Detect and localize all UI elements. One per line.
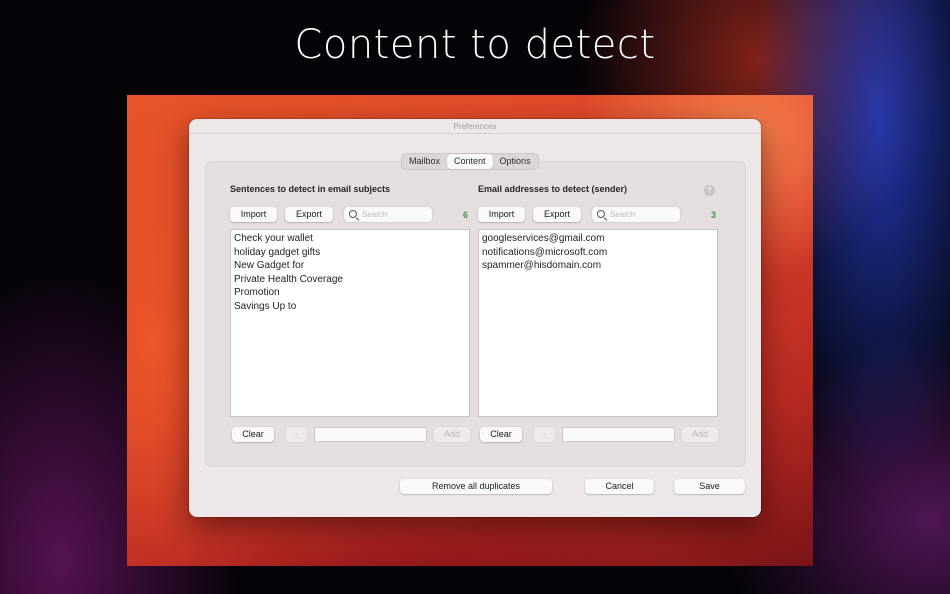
subjects-add-button[interactable]: Add [434, 427, 470, 442]
list-item[interactable]: holiday gadget gifts [234, 246, 466, 260]
list-item[interactable]: googleservices@gmail.com [482, 232, 714, 246]
list-item[interactable]: New Gadget for [234, 259, 466, 273]
senders-clear-button[interactable]: Clear [480, 427, 522, 442]
list-item[interactable]: Promotion [234, 286, 466, 300]
subjects-title: Sentences to detect in email subjects [230, 184, 391, 194]
tab-bar: Mailbox Content Options [401, 153, 539, 170]
list-item[interactable]: notifications@microsoft.com [482, 246, 714, 260]
subjects-new-entry-field[interactable] [314, 427, 427, 442]
tab-options[interactable]: Options [493, 154, 538, 169]
senders-import-button[interactable]: Import [478, 207, 525, 222]
subjects-list[interactable]: Check your wallet holiday gadget gifts N… [230, 229, 470, 417]
senders-add-button[interactable]: Add [682, 427, 718, 442]
senders-section: Email addresses to detect (sender) ? Imp… [478, 161, 718, 467]
subjects-export-button[interactable]: Export [285, 207, 333, 222]
help-icon[interactable]: ? [704, 185, 715, 196]
senders-list[interactable]: googleservices@gmail.com notifications@m… [478, 229, 718, 417]
subjects-count: 6 [463, 210, 469, 220]
senders-title: Email addresses to detect (sender) [478, 184, 628, 194]
senders-count: 3 [711, 210, 717, 220]
list-item[interactable]: spammer@hisdomain.com [482, 259, 714, 273]
search-icon [349, 210, 357, 218]
senders-export-button[interactable]: Export [533, 207, 581, 222]
save-button[interactable]: Save [674, 479, 745, 494]
headline: Content to detect [294, 22, 656, 68]
senders-new-entry-field[interactable] [562, 427, 675, 442]
remove-duplicates-button[interactable]: Remove all duplicates [400, 479, 552, 494]
subjects-search-placeholder: Search [362, 210, 388, 219]
tab-content[interactable]: Content [447, 154, 493, 169]
subjects-section: Sentences to detect in email subjects Im… [230, 161, 470, 467]
tab-mailbox[interactable]: Mailbox [402, 154, 447, 169]
list-item[interactable]: Private Health Coverage [234, 273, 466, 287]
subjects-search-input[interactable]: Search [344, 207, 432, 222]
senders-search-placeholder: Search [610, 210, 636, 219]
content-panel: Sentences to detect in email subjects Im… [205, 161, 746, 467]
senders-search-input[interactable]: Search [592, 207, 680, 222]
window-title: Preferences [189, 119, 761, 134]
cancel-button[interactable]: Cancel [585, 479, 654, 494]
list-item[interactable]: Check your wallet [234, 232, 466, 246]
subjects-clear-button[interactable]: Clear [232, 427, 274, 442]
preferences-window: Preferences Sentences to detect in email… [189, 119, 761, 517]
search-icon [597, 210, 605, 218]
subjects-import-button[interactable]: Import [230, 207, 277, 222]
list-item[interactable]: Savings Up to [234, 300, 466, 314]
subjects-remove-button[interactable]: - [286, 427, 307, 442]
senders-remove-button[interactable]: - [534, 427, 555, 442]
